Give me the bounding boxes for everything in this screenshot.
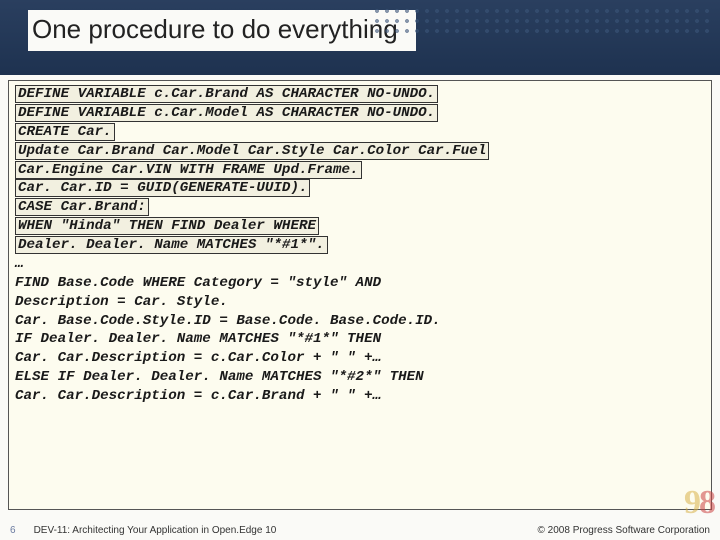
- code-line: FIND Base.Code WHERE Category = "style" …: [15, 275, 381, 291]
- progress-logo: 98: [684, 484, 714, 522]
- code-block: DEFINE VARIABLE c.Car.Brand AS CHARACTER…: [8, 80, 712, 510]
- slide-title: One procedure to do everything: [28, 10, 408, 51]
- code-line: Car. Car.ID = GUID(GENERATE-UUID).: [15, 179, 310, 197]
- code-line: Car. Base.Code.Style.ID = Base.Code. Bas…: [15, 313, 441, 329]
- footer-session: DEV-11: Architecting Your Application in…: [34, 525, 277, 536]
- code-line: ELSE IF Dealer. Dealer. Name MATCHES "*#…: [15, 369, 424, 385]
- code-line: WHEN "Hinda" THEN FIND Dealer WHERE: [15, 217, 319, 235]
- code-line: Car. Car.Description = c.Car.Color + " "…: [15, 350, 381, 366]
- code-line: CASE Car.Brand:: [15, 198, 149, 216]
- code-line: Update Car.Brand Car.Model Car.Style Car…: [15, 142, 489, 160]
- code-line: DEFINE VARIABLE c.Car.Brand AS CHARACTER…: [15, 85, 438, 103]
- code-line: DEFINE VARIABLE c.Car.Model AS CHARACTER…: [15, 104, 438, 122]
- code-line: Dealer. Dealer. Name MATCHES "*#1*".: [15, 236, 328, 254]
- slide-footer: 6 DEV-11: Architecting Your Application …: [0, 525, 720, 536]
- code-line: IF Dealer. Dealer. Name MATCHES "*#1*" T…: [15, 331, 381, 347]
- code-line: Car. Car.Description = c.Car.Brand + " "…: [15, 388, 381, 404]
- code-line: Description = Car. Style.: [15, 294, 228, 310]
- code-line: …: [15, 256, 24, 272]
- footer-copyright: © 2008 Progress Software Corporation: [538, 525, 710, 536]
- code-line: Car.Engine Car.VIN WITH FRAME Upd.Frame.: [15, 161, 362, 179]
- page-number: 6: [10, 525, 16, 536]
- code-line: CREATE Car.: [15, 123, 115, 141]
- slide-header: One procedure to do everything: [0, 0, 720, 75]
